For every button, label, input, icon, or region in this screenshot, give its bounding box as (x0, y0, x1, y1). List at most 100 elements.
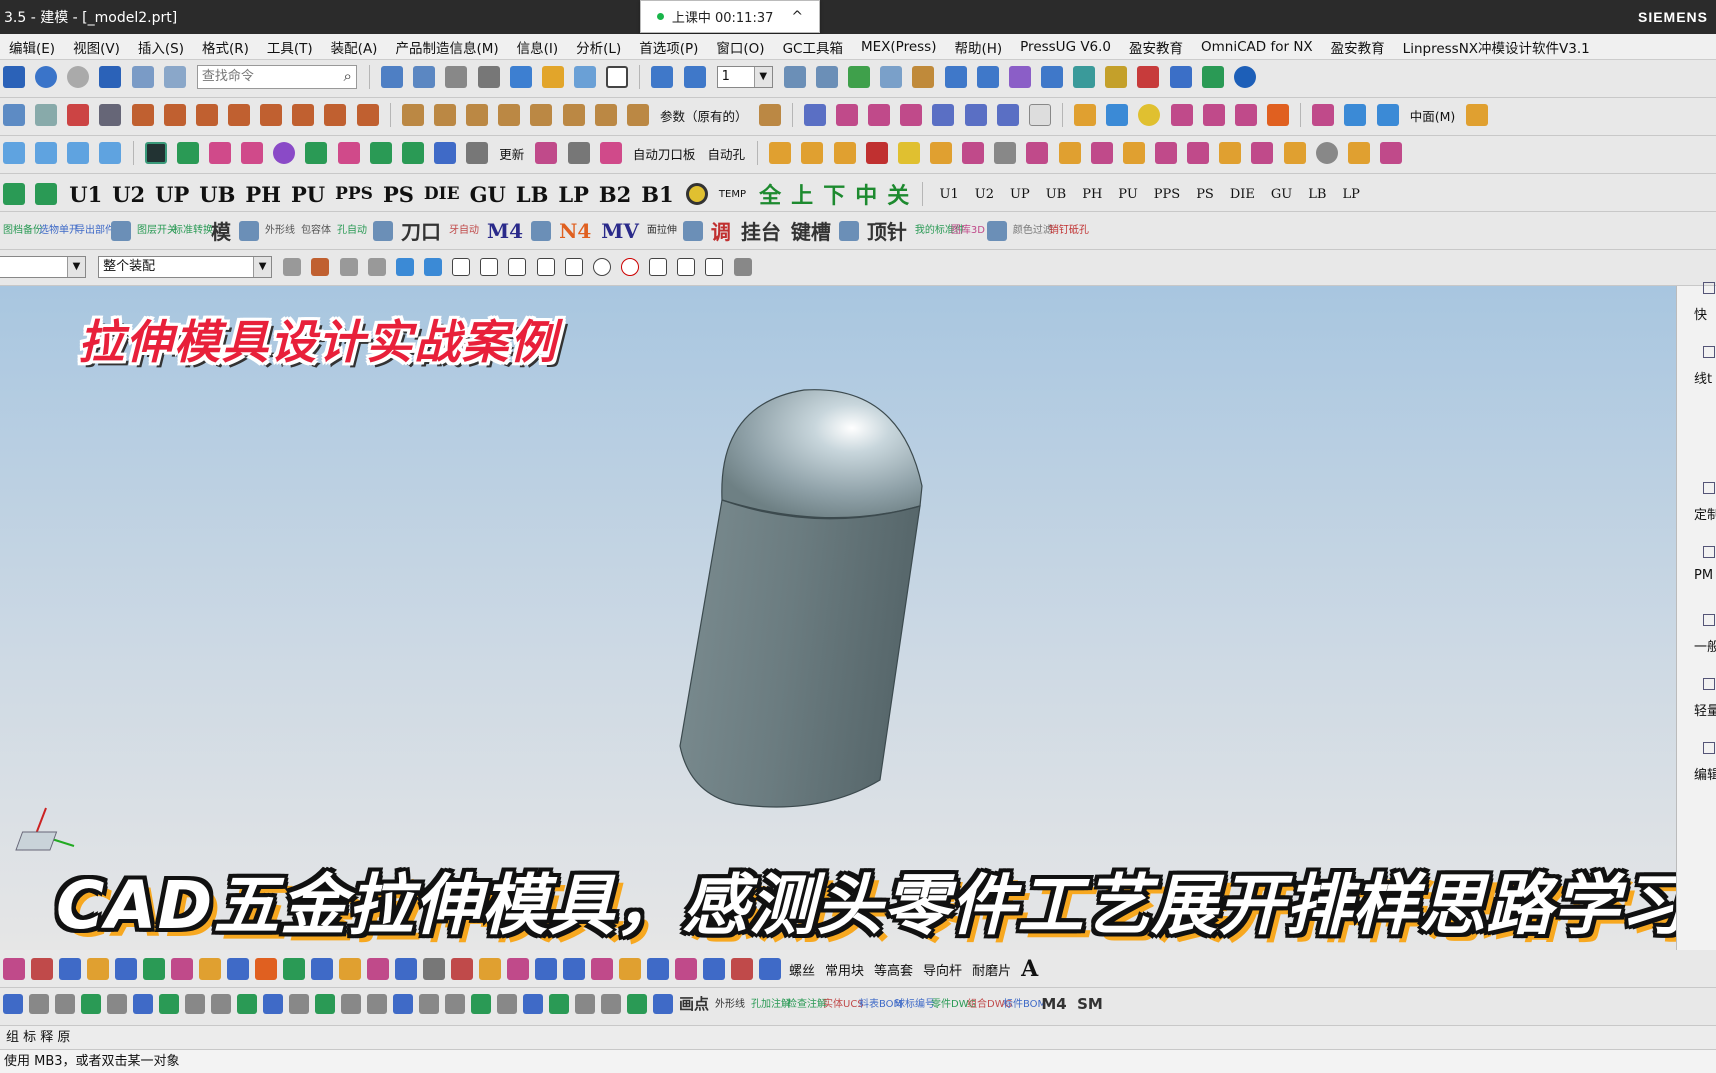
plugin-icon-2[interactable] (35, 142, 58, 164)
scope-filter-select[interactable]: 整个装配 ▼ (98, 256, 273, 278)
mark-up-icon[interactable] (3, 183, 25, 205)
plate-button-lp[interactable]: LP (558, 182, 589, 207)
menu-item-12[interactable]: MEX(Press) (852, 39, 946, 55)
sheet-icon[interactable] (1466, 104, 1489, 126)
plate-button-ph[interactable]: PH (245, 182, 281, 207)
bottom-label-3[interactable]: 导向杆 (923, 960, 962, 979)
cut-curve-icon[interactable] (401, 104, 424, 126)
plugin-icon-1[interactable] (3, 142, 25, 164)
move-button-ub[interactable]: UB (1046, 188, 1067, 201)
plugin-icon-4[interactable] (99, 142, 122, 164)
sketch-tool-icon-21[interactable] (549, 994, 569, 1014)
bottom-tool-icon-22[interactable] (619, 958, 641, 980)
bottom-tool-icon-23[interactable] (647, 958, 669, 980)
snap-intersect-icon[interactable] (649, 258, 668, 276)
tool-icon-8[interactable] (373, 220, 393, 241)
tool-icon-9[interactable] (1026, 142, 1049, 164)
tool-button-0[interactable]: 图档备份 (3, 225, 43, 236)
plate-button-pu[interactable]: PU (291, 182, 325, 207)
bottom-tool-icon-7[interactable] (199, 958, 221, 980)
bottom-tool-icon-19[interactable] (535, 958, 557, 980)
folder-icon[interactable] (541, 66, 564, 88)
bottom-tool-icon-6[interactable] (171, 958, 193, 980)
auto-hole-label[interactable]: 自动孔 (707, 144, 745, 163)
quick-clamp-icon[interactable] (599, 142, 622, 164)
menu-item-2[interactable]: 插入(S) (129, 37, 193, 57)
cylinder-icon[interactable] (1106, 104, 1129, 126)
point-icon[interactable] (976, 66, 999, 88)
spline-icon[interactable] (99, 104, 122, 126)
layer-select[interactable]: 1 ▼ (716, 66, 773, 88)
plate-button-pps[interactable]: PPS (335, 184, 373, 204)
menu-item-1[interactable]: 视图(V) (64, 37, 129, 57)
resource-tab-icon[interactable] (1703, 546, 1715, 558)
join-icon[interactable] (292, 104, 315, 126)
menu-item-11[interactable]: GC工具箱 (774, 37, 852, 57)
bottom-tool-icon-17[interactable] (479, 958, 501, 980)
tool-icon-3[interactable] (833, 142, 856, 164)
plate-button-die[interactable]: DIE (424, 184, 460, 204)
snap-quadrant-icon[interactable] (620, 258, 639, 276)
bottom-label-2[interactable]: 等高套 (874, 960, 913, 979)
select-icon[interactable] (311, 258, 330, 276)
menu-item-5[interactable]: 装配(A) (322, 37, 387, 57)
menu-item-0[interactable]: 编辑(E) (0, 37, 64, 57)
bottom-tool-icon-15[interactable] (423, 958, 445, 980)
edit-icon[interactable] (131, 66, 154, 88)
bottom-tool-icon-13[interactable] (367, 958, 389, 980)
wcs-icon[interactable] (848, 66, 871, 88)
text-tool-icon[interactable]: A (1021, 956, 1038, 982)
drawing-tool-4[interactable]: 实体UCS (823, 999, 864, 1010)
plate-button-b1[interactable]: B1 (641, 182, 673, 207)
auto-blade-label[interactable]: 自动刀口板 (633, 144, 696, 163)
menu-item-4[interactable]: 工具(T) (258, 37, 322, 57)
bottom-tool-icon-0[interactable] (3, 958, 25, 980)
fillet-icon[interactable] (131, 104, 154, 126)
corner-icon[interactable] (466, 104, 489, 126)
sketch-tool-icon-1[interactable] (29, 994, 49, 1014)
revolve-icon[interactable] (1202, 104, 1225, 126)
tool-button-8[interactable]: 孔自动 (337, 225, 367, 236)
tool-icon-20[interactable] (1379, 142, 1402, 164)
plate-button-u2[interactable]: U2 (112, 182, 145, 207)
drawing-tool-11[interactable]: SM (1075, 996, 1105, 1011)
menu-item-13[interactable]: 帮助(H) (945, 37, 1011, 57)
tool-icon-2[interactable] (801, 142, 824, 164)
cn-button-4[interactable]: 关 (887, 178, 909, 210)
resource-tab-icon[interactable] (1703, 742, 1715, 754)
cn-button-3[interactable]: 中 (855, 178, 877, 210)
tool-button-22[interactable]: 销钉砥孔 (1049, 225, 1089, 236)
resource-tab-0[interactable]: 快 (1694, 304, 1707, 323)
graphics-viewport[interactable]: 拉伸模具设计实战案例 CAD五金拉伸模具，感测头零件工艺展开排样思路学习 (0, 286, 1676, 950)
tool-icon-7[interactable] (962, 142, 985, 164)
tool-icon-14[interactable] (682, 220, 703, 241)
wire-frame-icon[interactable] (535, 142, 558, 164)
drawing-tool-7[interactable]: 零件DWG (931, 999, 976, 1010)
move-button-pps[interactable]: PPS (1154, 188, 1180, 201)
tool-icon-5[interactable] (897, 142, 920, 164)
analysis-icon[interactable] (912, 66, 935, 88)
window-icon[interactable] (163, 66, 186, 88)
move-button-lb[interactable]: LB (1308, 188, 1326, 201)
trim-icon[interactable] (163, 104, 186, 126)
chamfer-icon[interactable] (498, 104, 521, 126)
snap-existing-icon[interactable] (705, 258, 724, 276)
menu-item-7[interactable]: 信息(I) (508, 37, 568, 57)
plate-button-up[interactable]: UP (155, 182, 189, 207)
resource-tab-1[interactable]: 线t (1694, 368, 1712, 387)
tool-icon-11[interactable] (1090, 142, 1113, 164)
view-icon[interactable] (683, 66, 706, 88)
tool-button-6[interactable]: 外形线 (265, 225, 295, 236)
menu-item-9[interactable]: 首选项(P) (630, 37, 707, 57)
sweep-icon[interactable] (900, 104, 923, 126)
tool-button-5[interactable]: 模 (211, 216, 231, 245)
bottom-tool-icon-4[interactable] (115, 958, 137, 980)
edit-curve-icon[interactable] (594, 104, 617, 126)
thicken-icon[interactable] (1312, 104, 1335, 126)
bottom-tool-icon-8[interactable] (227, 958, 249, 980)
tool-icon-16[interactable] (1251, 142, 1274, 164)
assembly-icon[interactable] (283, 258, 302, 276)
tool-icon-8[interactable] (994, 142, 1017, 164)
toolbar-row-bottom-3[interactable]: 组 标 释 原 (0, 1026, 1716, 1050)
tool-icon-11[interactable] (531, 220, 552, 241)
